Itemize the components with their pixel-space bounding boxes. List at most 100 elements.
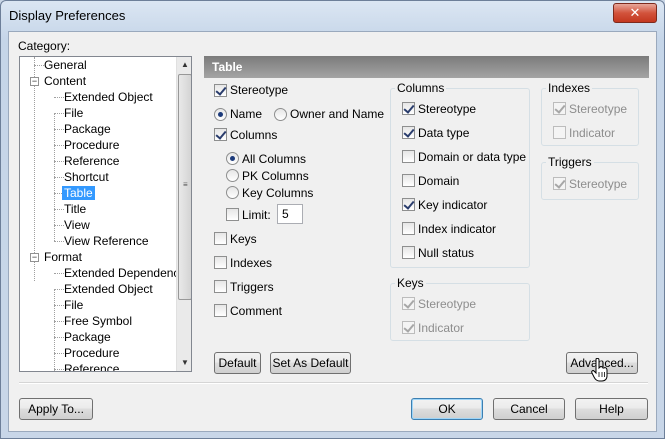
default-button[interactable]: Default <box>214 352 261 374</box>
col-null-status-label: Null status <box>418 246 475 260</box>
tree-item-extended-object[interactable]: Extended Object <box>64 89 153 105</box>
tree-line <box>54 241 64 242</box>
tree-line <box>54 177 64 178</box>
default-button-label: Default <box>218 356 257 370</box>
limit-value: 5 <box>282 207 289 221</box>
col-key-indicator-checkbox[interactable] <box>402 198 415 211</box>
col-null-status-checkbox[interactable] <box>402 246 415 259</box>
keys-indicator-checkbox[interactable] <box>402 321 415 334</box>
tree-line <box>54 129 64 130</box>
triggers-label: Triggers <box>230 280 274 294</box>
tree-line <box>54 369 64 370</box>
indexes-indicator-checkbox[interactable] <box>553 126 566 139</box>
tree-item-table[interactable]: Table <box>62 185 95 201</box>
name-radio[interactable] <box>214 108 227 121</box>
owner-and-name-radio[interactable] <box>274 108 287 121</box>
collapse-format-icon[interactable]: − <box>30 253 39 262</box>
scroll-down-icon[interactable]: ▼ <box>177 355 191 371</box>
triggers-checkbox[interactable] <box>214 280 227 293</box>
tree-item-free-symbol[interactable]: Free Symbol <box>64 313 132 329</box>
tree-line <box>54 161 64 162</box>
help-button[interactable]: Help <box>575 398 648 420</box>
limit-input[interactable]: 5 <box>277 204 303 224</box>
tree-item-format-file[interactable]: File <box>64 297 83 313</box>
columns-checkbox[interactable] <box>214 128 227 141</box>
col-index-indicator-checkbox[interactable] <box>402 222 415 235</box>
limit-label: Limit: <box>242 208 271 222</box>
tree-line <box>54 321 64 322</box>
col-domain-or-data-type-label: Domain or data type <box>418 150 527 164</box>
ok-label: OK <box>438 402 456 416</box>
col-index-indicator-label: Index indicator <box>418 222 497 236</box>
key-columns-label: Key Columns <box>242 186 314 200</box>
tree-item-procedure[interactable]: Procedure <box>64 137 119 153</box>
indexes-indicator-label: Indicator <box>569 126 616 140</box>
dialog-client-area: Category: General − Content Extended Obj… <box>8 31 657 432</box>
indexes-checkbox[interactable] <box>214 256 227 269</box>
tree-line <box>34 57 35 281</box>
indexes-stereotype-checkbox[interactable] <box>553 102 566 115</box>
tree-item-title[interactable]: Title <box>64 201 86 217</box>
comment-checkbox[interactable] <box>214 304 227 317</box>
keys-stereotype-checkbox[interactable] <box>402 297 415 310</box>
close-window-button[interactable]: ✕ <box>613 3 657 23</box>
tree-line <box>54 225 64 226</box>
category-tree[interactable]: General − Content Extended Object File P… <box>19 56 192 372</box>
panel-title: Table <box>212 60 243 74</box>
scrollbar-thumb[interactable]: ≡ <box>178 74 191 300</box>
indexes-group-title: Indexes <box>546 81 593 95</box>
tree-line <box>54 289 55 371</box>
ok-button[interactable]: OK <box>411 398 483 420</box>
tree-item-shortcut[interactable]: Shortcut <box>64 169 109 185</box>
columns-label: Columns <box>230 128 278 142</box>
tree-item-format-procedure[interactable]: Procedure <box>64 345 119 361</box>
key-columns-radio[interactable] <box>226 186 239 199</box>
keys-group-title: Keys <box>395 276 426 290</box>
window-title: Display Preferences <box>9 8 126 23</box>
stereotype-label: Stereotype <box>230 83 289 97</box>
name-radio-label: Name <box>230 107 263 121</box>
tree-item-format-package[interactable]: Package <box>64 329 111 345</box>
pk-columns-label: PK Columns <box>242 169 309 183</box>
keys-checkbox[interactable] <box>214 232 227 245</box>
keys-indicator-label: Indicator <box>418 321 465 335</box>
col-domain-checkbox[interactable] <box>402 174 415 187</box>
tree-scrollbar[interactable]: ▲ ≡ ▼ <box>176 57 191 371</box>
tree-item-view-reference[interactable]: View Reference <box>64 233 149 249</box>
tree-item-format-extended-object[interactable]: Extended Object <box>64 281 153 297</box>
limit-checkbox[interactable] <box>226 208 239 221</box>
tree-item-content[interactable]: Content <box>44 73 86 89</box>
cancel-button[interactable]: Cancel <box>493 398 565 420</box>
stereotype-checkbox[interactable] <box>214 84 227 97</box>
triggers-stereotype-checkbox[interactable] <box>553 177 566 190</box>
scroll-up-icon[interactable]: ▲ <box>177 57 191 73</box>
tree-item-format[interactable]: Format <box>44 249 82 265</box>
owner-and-name-label: Owner and Name <box>290 107 385 121</box>
collapse-content-icon[interactable]: − <box>30 77 39 86</box>
tree-line <box>54 289 64 290</box>
tree-item-general[interactable]: General <box>44 57 87 73</box>
tree-line <box>54 209 64 210</box>
tree-item-reference[interactable]: Reference <box>64 153 119 169</box>
apply-to-button[interactable]: Apply To... <box>19 398 93 420</box>
col-data-type-checkbox[interactable] <box>402 126 415 139</box>
tree-item-format-reference[interactable]: Reference <box>64 361 119 371</box>
keys-stereotype-label: Stereotype <box>418 297 477 311</box>
display-preferences-dialog: Display Preferences ✕ Category: General … <box>0 0 665 439</box>
col-domain-or-data-type-checkbox[interactable] <box>402 150 415 163</box>
tree-line <box>54 145 64 146</box>
title-bar: Display Preferences ✕ <box>1 1 664 31</box>
all-columns-radio[interactable] <box>226 152 239 165</box>
tree-item-file[interactable]: File <box>64 105 83 121</box>
tree-item-view[interactable]: View <box>64 217 90 233</box>
tree-item-package[interactable]: Package <box>64 121 111 137</box>
pk-columns-radio[interactable] <box>226 169 239 182</box>
columns-group-title: Columns <box>395 81 447 95</box>
col-stereotype-checkbox[interactable] <box>402 102 415 115</box>
tree-item-extended-dependency[interactable]: Extended Dependency <box>64 265 185 281</box>
tree-line <box>54 337 64 338</box>
hand-cursor-icon <box>591 358 608 382</box>
indexes-label: Indexes <box>230 256 273 270</box>
apply-to-label: Apply To... <box>28 402 84 416</box>
set-as-default-button[interactable]: Set As Default <box>270 352 351 374</box>
